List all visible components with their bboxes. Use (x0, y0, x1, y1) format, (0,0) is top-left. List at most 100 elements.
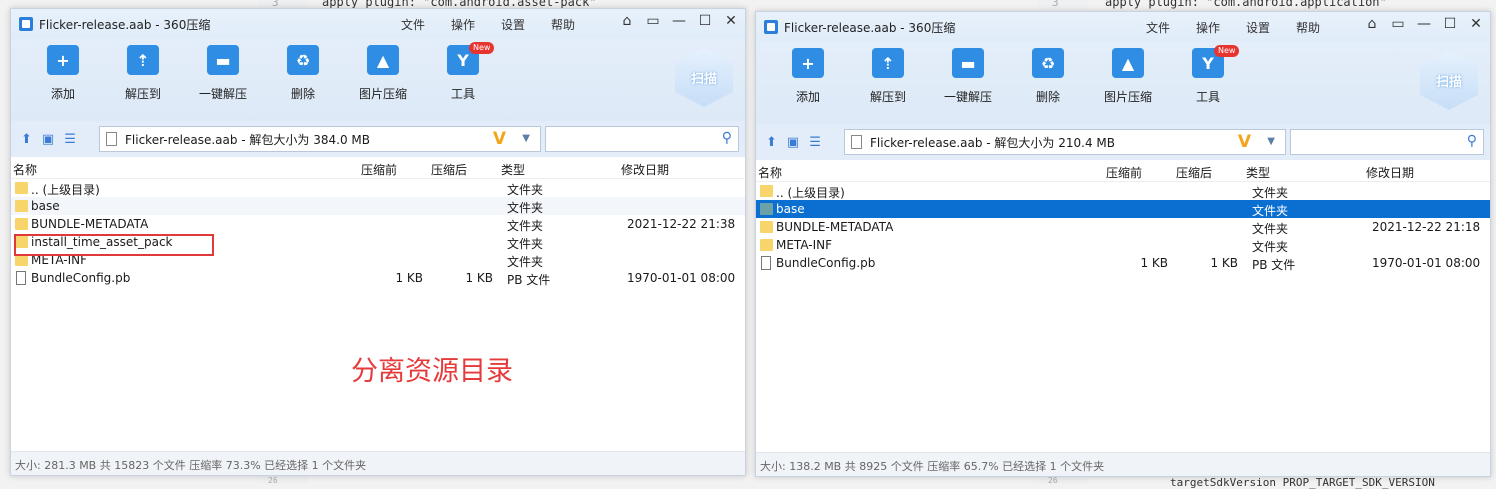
address-bar[interactable]: Flicker-release.aab - 解包大小为 210.4 MB V ▼ (844, 129, 1286, 155)
archive-file-icon (851, 135, 862, 149)
folder-icon (760, 203, 773, 215)
maximize-button[interactable]: ☐ (1442, 16, 1458, 32)
table-row[interactable]: BundleConfig.pb 1 KB 1 KB PB 文件 1970-01-01 0… (756, 254, 1490, 272)
tools-button[interactable]: Y 工具 New (423, 42, 503, 102)
col-before[interactable]: 压缩前 (1106, 164, 1142, 181)
thumbnail-view-icon[interactable]: ▣ (42, 132, 54, 147)
search-icon[interactable]: ⚲ (1467, 133, 1477, 149)
delete-icon: ♻ (287, 45, 319, 75)
table-row[interactable]: BundleConfig.pb 1 KB 1 KB PB 文件 1970-01-01 0… (11, 269, 745, 287)
col-type[interactable]: 类型 (501, 161, 525, 178)
status-bar: 大小: 138.2 MB 共 8925 个文件 压缩率 65.7% 已经选择 1… (756, 452, 1490, 476)
status-bar: 大小: 281.3 MB 共 15823 个文件 压缩率 73.3% 已经选择 … (11, 451, 745, 475)
cell-type: 文件夹 (507, 255, 544, 269)
cell-type: 文件夹 (507, 183, 544, 197)
table-row[interactable]: base 文件夹 (756, 200, 1490, 218)
close-button[interactable]: ✕ (1468, 16, 1484, 32)
extract-to-button[interactable]: ⇡ 解压到 (848, 48, 928, 105)
chevron-down-icon[interactable]: ▼ (1267, 136, 1275, 147)
editor-gutter-right: 3 (1038, 0, 1088, 10)
list-view-icon[interactable]: ☰ (809, 135, 821, 150)
col-after[interactable]: 压缩后 (431, 161, 467, 178)
archive-window-left: Flicker-release.aab - 360压缩 文件 操作 设置 帮助 … (10, 8, 746, 476)
table-row[interactable]: META-INF 文件夹 (756, 236, 1490, 254)
thumbnail-view-icon[interactable]: ▣ (787, 135, 799, 150)
table-row[interactable]: base 文件夹 (11, 197, 745, 215)
add-button[interactable]: + 添加 (768, 48, 848, 105)
cell-after: 1 KB (465, 271, 493, 285)
tools-button[interactable]: Y 工具 New (1168, 45, 1248, 105)
up-arrow-icon[interactable]: ⬆ (21, 132, 32, 147)
menu-help[interactable]: 帮助 (1296, 19, 1320, 36)
app-logo-icon (19, 17, 33, 31)
editor-gutter-right-bottom: 26 (1038, 476, 1088, 485)
one-click-extract-button[interactable]: ▬ 一键解压 (183, 45, 263, 102)
search-input[interactable]: ⚲ (545, 126, 739, 152)
menu-help[interactable]: 帮助 (551, 16, 575, 33)
highlight-box (14, 234, 214, 256)
col-date[interactable]: 修改日期 (1366, 164, 1414, 181)
column-header: 名称 压缩前 压缩后 类型 修改日期 (756, 160, 1490, 182)
address-bar[interactable]: Flicker-release.aab - 解包大小为 384.0 MB V ▼ (99, 126, 541, 152)
v-logo-icon: V (1237, 132, 1251, 152)
cell-type: 文件夹 (1252, 204, 1289, 218)
toolbar: + 添加 ⇡ 解压到 ▬ 一键解压 ♻ 删除 ▲ 图片压缩 Y 工具 New 扫描 (756, 42, 1490, 124)
minimize-button[interactable]: — (671, 13, 687, 29)
feedback-icon[interactable]: ▭ (1390, 16, 1406, 32)
table-row[interactable]: BUNDLE-METADATA 文件夹 2021-12-22 21:18 (756, 218, 1490, 236)
col-before[interactable]: 压缩前 (361, 161, 397, 178)
table-row[interactable]: BUNDLE-METADATA 文件夹 2021-12-22 21:38 (11, 215, 745, 233)
archive-file-icon (106, 132, 117, 146)
menu-file[interactable]: 文件 (401, 16, 425, 33)
menu-settings[interactable]: 设置 (1246, 19, 1270, 36)
image-compress-button[interactable]: ▲ 图片压缩 (343, 45, 423, 102)
cell-type: 文件夹 (507, 219, 544, 233)
menu-file[interactable]: 文件 (1146, 19, 1170, 36)
menu-actions[interactable]: 操作 (1196, 19, 1220, 36)
delete-button[interactable]: ♻ 删除 (263, 45, 343, 102)
table-row[interactable]: .. (上级目录) 文件夹 (11, 179, 745, 197)
close-button[interactable]: ✕ (723, 13, 739, 29)
search-icon[interactable]: ⚲ (722, 130, 732, 146)
annotation-text: 分离资源目录 (351, 356, 513, 387)
table-row[interactable]: .. (上级目录) 文件夹 (756, 182, 1490, 200)
up-arrow-icon[interactable]: ⬆ (766, 135, 777, 150)
cell-before: 1 KB (395, 271, 423, 285)
feedback-icon[interactable]: ▭ (645, 13, 661, 29)
skin-icon[interactable]: ⌂ (1364, 16, 1380, 32)
skin-icon[interactable]: ⌂ (619, 13, 635, 29)
menu-settings[interactable]: 设置 (501, 16, 525, 33)
cell-name: base (776, 202, 805, 216)
one-click-extract-button[interactable]: ▬ 一键解压 (928, 48, 1008, 105)
title-bar: Flicker-release.aab - 360压缩 文件 操作 设置 帮助 … (756, 12, 1490, 42)
list-view-icon[interactable]: ☰ (64, 132, 76, 147)
scan-button[interactable]: 扫描 (675, 47, 733, 107)
extract-to-button[interactable]: ⇡ 解压到 (103, 45, 183, 102)
col-date[interactable]: 修改日期 (621, 161, 669, 178)
chevron-down-icon[interactable]: ▼ (522, 133, 530, 144)
file-icon (761, 256, 771, 270)
delete-icon: ♻ (1032, 48, 1064, 78)
delete-button[interactable]: ♻ 删除 (1008, 48, 1088, 105)
minimize-button[interactable]: — (1416, 16, 1432, 32)
image-compress-button[interactable]: ▲ 图片压缩 (1088, 48, 1168, 105)
scan-button[interactable]: 扫描 (1420, 50, 1478, 110)
cell-type: 文件夹 (1252, 186, 1289, 200)
col-type[interactable]: 类型 (1246, 164, 1270, 181)
cell-type: 文件夹 (507, 201, 544, 215)
image-compress-icon: ▲ (367, 45, 399, 75)
column-header: 名称 压缩前 压缩后 类型 修改日期 (11, 157, 745, 179)
window-title: Flicker-release.aab - 360压缩 (784, 20, 956, 35)
col-name[interactable]: 名称 (13, 161, 37, 178)
search-input[interactable]: ⚲ (1290, 129, 1484, 155)
address-row: ⬆ ▣ ☰ Flicker-release.aab - 解包大小为 384.0 … (11, 121, 745, 157)
maximize-button[interactable]: ☐ (697, 13, 713, 29)
v-logo-icon: V (492, 129, 506, 149)
cell-type: PB 文件 (507, 273, 551, 287)
cell-name: .. (上级目录) (776, 186, 845, 200)
col-name[interactable]: 名称 (758, 164, 782, 181)
menu-actions[interactable]: 操作 (451, 16, 475, 33)
col-after[interactable]: 压缩后 (1176, 164, 1212, 181)
add-button[interactable]: + 添加 (23, 45, 103, 102)
cell-date: 2021-12-22 21:18 (1372, 220, 1481, 234)
